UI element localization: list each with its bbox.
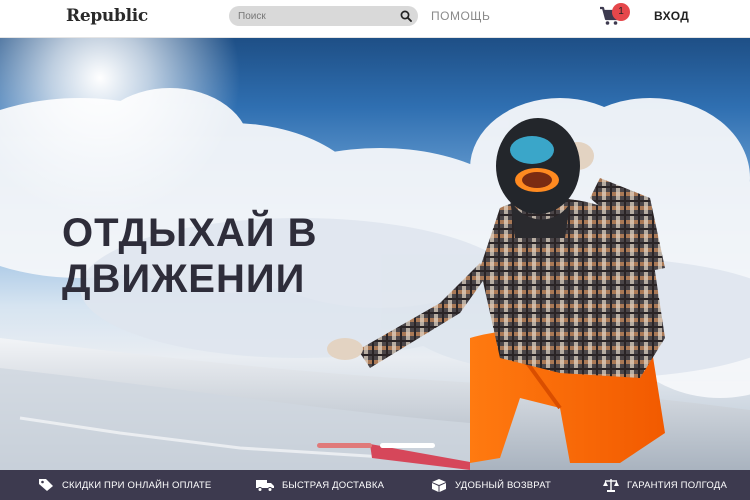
benefit-label: БЫСТРАЯ ДОСТАВКА [282,479,385,491]
hero-banner[interactable]: ОТДЫХАЙ В ДВИЖЕНИИ [0,38,750,470]
search-icon[interactable] [400,10,412,22]
login-link[interactable]: ВХОД [654,9,689,23]
truck-icon [256,479,274,492]
hero-headline: ОТДЫХАЙ В ДВИЖЕНИИ [62,211,318,301]
box-return-icon [432,479,446,492]
search-input[interactable] [229,6,389,26]
cart-count-badge[interactable]: 1 [612,3,630,21]
slider-indicators [317,443,435,448]
benefits-bar: СКИДКИ ПРИ ОНЛАЙН ОПЛАТЕ БЫСТРАЯ ДОСТАВК… [0,470,750,500]
benefit-label: УДОБНЫЙ ВОЗВРАТ [455,479,551,491]
site-header: Republic ПОМОЩЬ 1 ВХОД [0,0,750,38]
benefit-online-discount: СКИДКИ ПРИ ОНЛАЙН ОПЛАТЕ [38,470,211,500]
benefit-warranty: ГАРАНТИЯ ПОЛГОДА [603,470,727,500]
slide-indicator-2[interactable] [380,443,435,448]
help-link[interactable]: ПОМОЩЬ [431,9,490,23]
tag-icon [39,479,53,491]
logo[interactable]: Republic [66,6,148,26]
scales-icon [603,479,619,492]
benefit-label: СКИДКИ ПРИ ОНЛАЙН ОПЛАТЕ [62,479,212,491]
slide-indicator-1[interactable] [317,443,372,448]
search-bar [229,6,418,26]
benefit-fast-delivery: БЫСТРАЯ ДОСТАВКА [256,470,384,500]
benefit-label: ГАРАНТИЯ ПОЛГОДА [627,479,727,491]
benefit-easy-return: УДОБНЫЙ ВОЗВРАТ [431,470,551,500]
